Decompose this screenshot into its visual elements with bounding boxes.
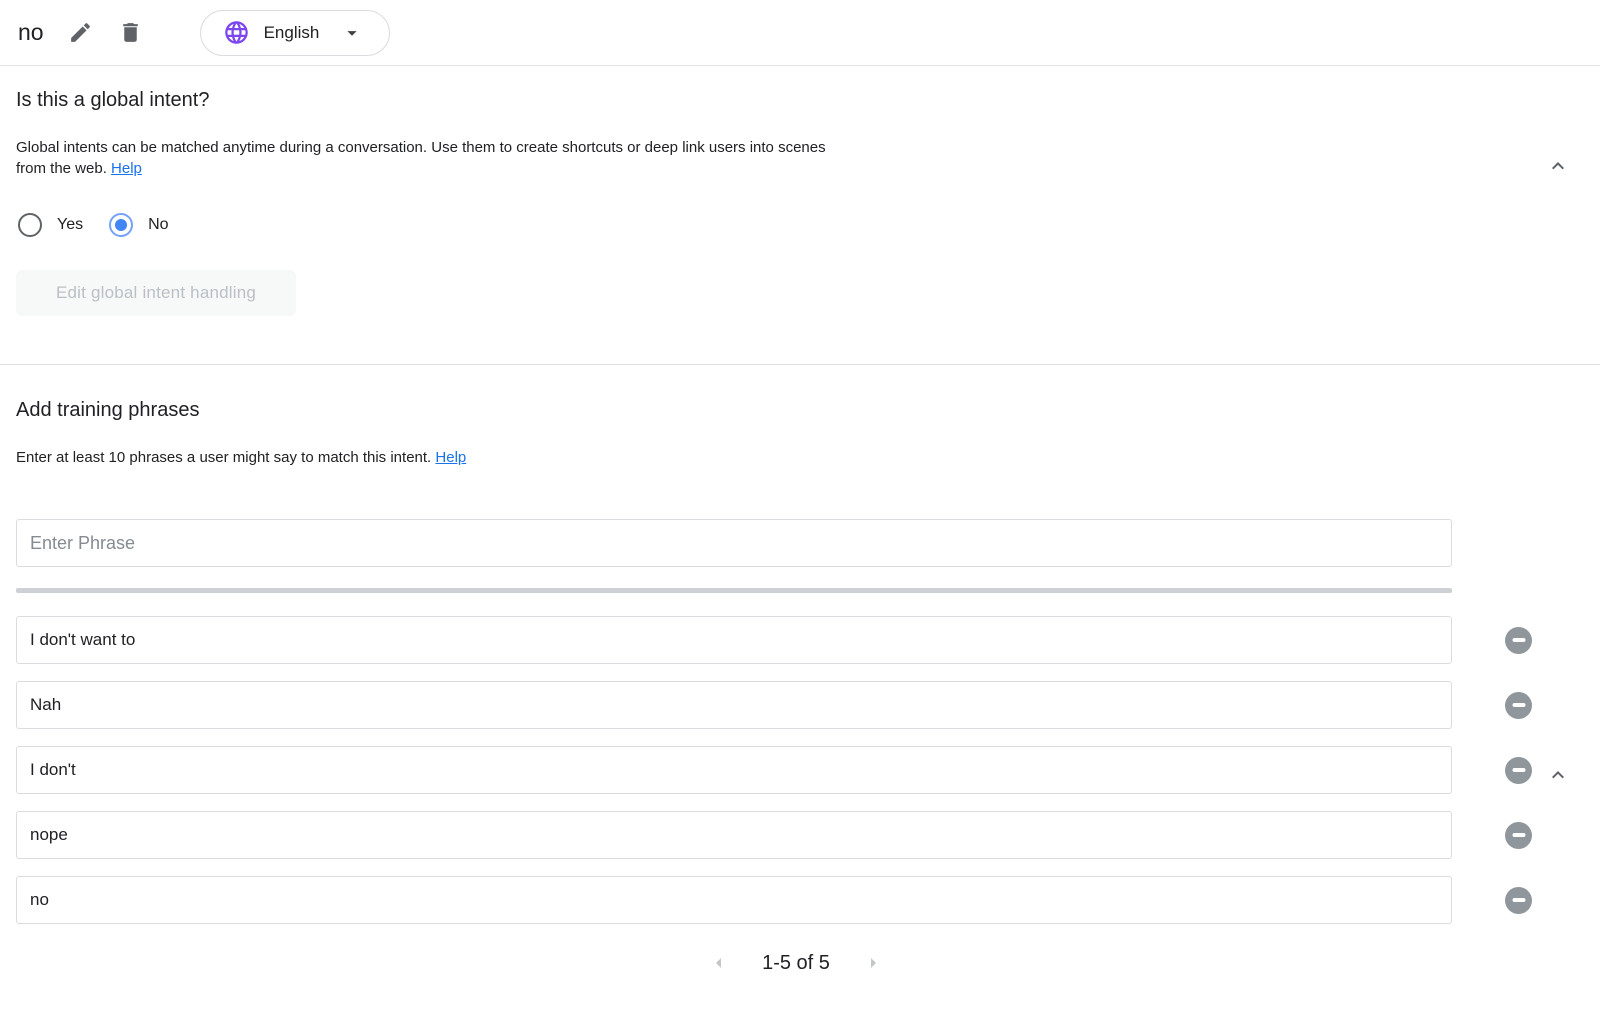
minus-icon [1512,768,1525,772]
phrase-list-divider [16,588,1452,593]
radio-selected-icon [109,213,133,237]
remove-phrase-button[interactable] [1505,627,1532,654]
training-phrase-row: I don't [16,746,1600,794]
training-phrases-heading: Add training phrases [16,365,1600,423]
radio-option-no[interactable]: No [107,213,168,237]
arrow-right-icon [861,951,885,975]
global-intent-help-link[interactable]: Help [111,160,142,177]
training-phrase-list: I don't want to Nah I don't nope no [16,616,1600,924]
minus-icon [1512,703,1525,707]
global-intent-heading: Is this a global intent? [16,66,1600,113]
header-bar: no English [0,0,1600,66]
minus-icon [1512,898,1525,902]
next-page-button[interactable] [861,951,885,975]
previous-page-button[interactable] [707,951,731,975]
radio-option-yes[interactable]: Yes [16,213,83,237]
pencil-icon [68,20,93,45]
training-phrase-row: Nah [16,681,1600,729]
edit-intent-button[interactable] [68,20,94,46]
remove-phrase-button[interactable] [1505,822,1532,849]
minus-icon [1512,638,1525,642]
remove-phrase-button[interactable] [1505,692,1532,719]
trash-icon [118,20,143,45]
remove-phrase-button[interactable] [1505,757,1532,784]
training-phrase-row: I don't want to [16,616,1600,664]
language-selector[interactable]: English [200,10,391,56]
training-phrase-field[interactable]: no [16,876,1452,924]
phrase-pagination: 1-5 of 5 [16,951,1576,975]
radio-unselected-icon [18,213,42,237]
enter-phrase-input[interactable] [16,519,1452,567]
globe-icon [223,19,250,46]
collapse-global-intent-button[interactable] [1546,154,1570,178]
language-label: English [264,23,320,43]
arrow-left-icon [707,951,731,975]
training-phrases-description: Enter at least 10 phrases a user might s… [16,447,856,468]
global-intent-radio-group: Yes No [16,213,1600,237]
delete-intent-button[interactable] [118,20,144,46]
training-phrase-field[interactable]: Nah [16,681,1452,729]
chevron-up-icon [1546,763,1570,787]
training-phrase-field[interactable]: nope [16,811,1452,859]
global-intent-section: Is this a global intent? Global intents … [0,66,1600,365]
training-phrases-help-link[interactable]: Help [435,449,466,466]
global-intent-description: Global intents can be matched anytime du… [16,137,856,179]
intent-title: no [18,19,44,46]
training-phrase-field[interactable]: I don't want to [16,616,1452,664]
edit-global-intent-handling-button[interactable]: Edit global intent handling [16,270,296,316]
caret-down-icon [333,22,363,44]
training-phrase-row: nope [16,811,1600,859]
collapse-training-phrases-button[interactable] [1546,763,1570,787]
remove-phrase-button[interactable] [1505,887,1532,914]
minus-icon [1512,833,1525,837]
training-phrase-row: no [16,876,1600,924]
training-phrases-section: Add training phrases Enter at least 10 p… [0,365,1600,975]
chevron-up-icon [1546,154,1570,178]
training-phrase-field[interactable]: I don't [16,746,1452,794]
pagination-label: 1-5 of 5 [762,952,830,975]
